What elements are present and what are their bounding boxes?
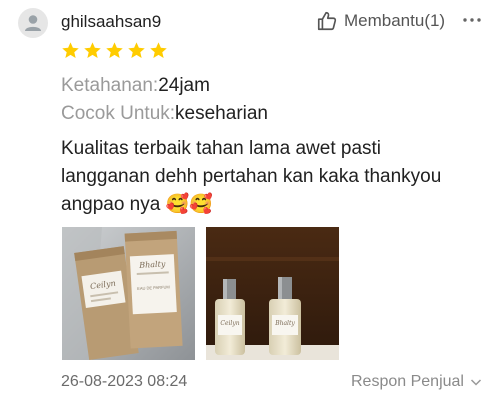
star-icon [62,42,79,59]
review-date: 26-08-2023 08:24 [61,373,188,390]
star-icon [84,42,101,59]
bottle-label: Ceilyn [220,320,239,327]
user-icon [25,15,41,31]
attribute-label: Cocok Untuk: [61,103,176,124]
bottle-label: Bhalty [274,320,295,327]
rating-stars [61,41,168,60]
thumbs-up-icon [317,11,337,31]
star-icon [150,42,167,59]
helpful-button[interactable]: Membantu(1) [316,9,445,33]
star-icon [128,42,145,59]
chevron-down-icon [470,379,481,386]
attribute-value: 24jam [158,75,210,96]
more-menu-button[interactable] [462,10,482,30]
attribute-suitable-for: Cocok Untuk:keseharian [61,103,268,125]
username[interactable]: ghilsaahsan9 [61,12,161,32]
review-photo[interactable]: Ceilyn Bhalty [206,227,339,360]
box-label: Bhalty [138,259,166,269]
attribute-value: keseharian [175,103,268,124]
review-text: Kualitas terbaik tahan lama awet pasti l… [61,138,442,215]
star-icon [106,42,123,59]
avatar[interactable] [18,8,48,38]
seller-reply-toggle[interactable]: Respon Penjual [351,373,482,391]
helpful-label: Membantu(1) [344,11,446,30]
review-photo[interactable]: Ceilyn Bhalty EAU DE PARFUM [62,227,195,360]
seller-reply-label: Respon Penjual [351,373,464,390]
attribute-durability: Ketahanan:24jam [61,75,210,97]
more-dots-icon [463,18,481,22]
attribute-label: Ketahanan: [61,75,159,96]
